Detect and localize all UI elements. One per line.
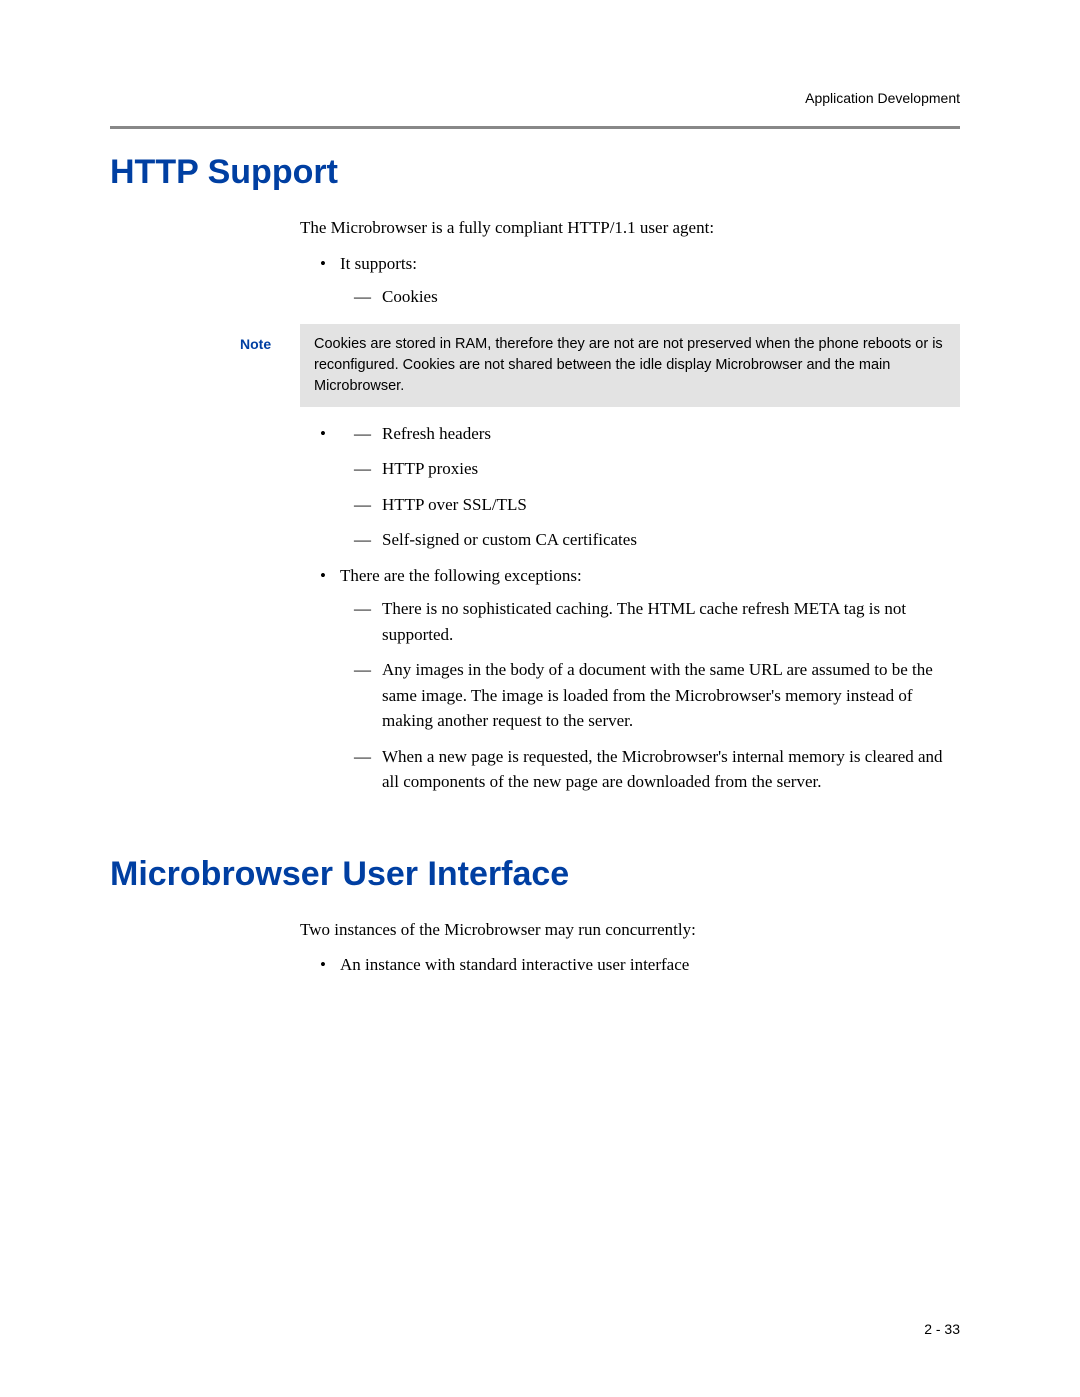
section-body-mui: Two instances of the Microbrowser may ru… [300, 918, 960, 978]
exception-1: There is no sophisticated caching. The H… [368, 596, 960, 647]
supports-continuation: Refresh headers HTTP proxies HTTP over S… [326, 421, 960, 553]
note-block: Note Cookies are stored in RAM, therefor… [240, 324, 960, 407]
mui-item-1: An instance with standard interactive us… [326, 952, 960, 978]
supports-certs: Self-signed or custom CA certificates [368, 527, 960, 553]
supports-cookies: Cookies [368, 284, 960, 310]
header-section: Application Development [110, 90, 960, 106]
heading-microbrowser-ui: Microbrowser User Interface [110, 855, 960, 894]
note-label: Note [240, 324, 300, 407]
continued-list: Refresh headers HTTP proxies HTTP over S… [300, 421, 960, 795]
supports-list: It supports: Cookies [300, 251, 960, 310]
section-body-continued: Refresh headers HTTP proxies HTTP over S… [300, 421, 960, 795]
page-number: 2 - 33 [924, 1321, 960, 1337]
note-body: Cookies are stored in RAM, therefore the… [300, 324, 960, 407]
header-rule [110, 126, 960, 129]
supports-proxies: HTTP proxies [368, 456, 960, 482]
exceptions-label: There are the following exceptions: [340, 566, 582, 585]
mui-intro: Two instances of the Microbrowser may ru… [300, 918, 960, 943]
heading-http-support: HTTP Support [110, 153, 960, 192]
exception-3: When a new page is requested, the Microb… [368, 744, 960, 795]
supports-refresh: Refresh headers [368, 421, 960, 447]
section-body: The Microbrowser is a fully compliant HT… [300, 216, 960, 310]
supports-sublist-2: Refresh headers HTTP proxies HTTP over S… [340, 421, 960, 553]
exceptions-sublist: There is no sophisticated caching. The H… [340, 596, 960, 795]
supports-sublist-1: Cookies [340, 284, 960, 310]
exception-2: Any images in the body of a document wit… [368, 657, 960, 734]
mui-list: An instance with standard interactive us… [300, 952, 960, 978]
supports-item: It supports: Cookies [326, 251, 960, 310]
supports-label: It supports: [340, 254, 417, 273]
supports-ssl: HTTP over SSL/TLS [368, 492, 960, 518]
intro-paragraph: The Microbrowser is a fully compliant HT… [300, 216, 960, 241]
exceptions-item: There are the following exceptions: Ther… [326, 563, 960, 795]
